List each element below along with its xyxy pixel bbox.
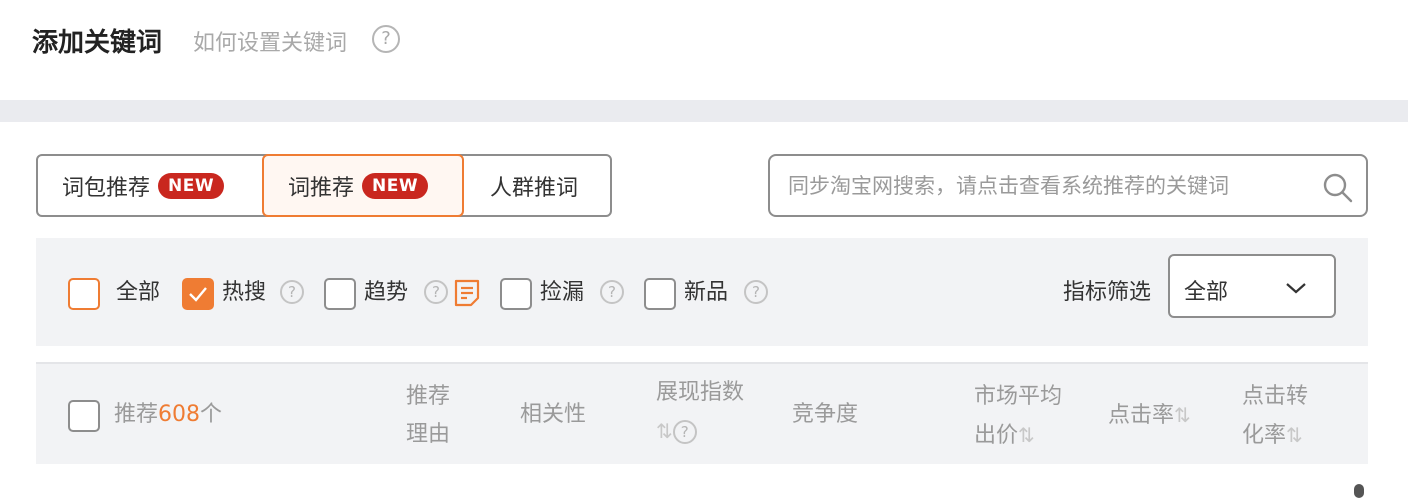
- page-title: 添加关键词: [32, 28, 163, 58]
- sort-icon[interactable]: ⇅: [1286, 423, 1303, 447]
- help-icon[interactable]: ?: [424, 280, 448, 304]
- page-header: 添加关键词 如何设置关键词 ?: [0, 0, 1408, 100]
- note-icon[interactable]: [453, 278, 481, 308]
- check-icon: [189, 287, 207, 302]
- help-icon[interactable]: ?: [372, 25, 400, 53]
- tab-word-package[interactable]: 词包推荐 NEW: [62, 154, 225, 217]
- filter-hot-checkbox[interactable]: [182, 278, 214, 310]
- new-badge: NEW: [362, 172, 429, 199]
- help-icon[interactable]: ?: [744, 280, 768, 304]
- filter-trend-checkbox[interactable]: [324, 278, 356, 310]
- column-ctr[interactable]: 点击率⇅: [1108, 396, 1191, 435]
- chevron-down-icon: [1286, 283, 1306, 294]
- recommend-prefix: 推荐: [114, 402, 159, 427]
- sort-icon[interactable]: ⇅: [656, 419, 673, 443]
- column-label: 化率: [1242, 423, 1287, 448]
- recommend-count: 608: [158, 402, 201, 427]
- help-icon[interactable]: ?: [672, 420, 697, 444]
- column-label: 点击率: [1108, 403, 1175, 428]
- metric-filter-label: 指标筛选: [1063, 280, 1152, 305]
- column-label: 点击转: [1242, 384, 1309, 409]
- sort-icon[interactable]: ⇅: [1174, 403, 1191, 427]
- filter-all-checkbox[interactable]: [68, 278, 100, 310]
- column-label: 理由: [406, 422, 451, 447]
- filter-new-label: 新品: [684, 280, 729, 305]
- help-icon[interactable]: ?: [280, 280, 304, 304]
- column-avg-price[interactable]: 市场平均 出价⇅: [974, 378, 1062, 455]
- filter-hot-label: 热搜: [222, 280, 267, 305]
- recommend-count-label: 推荐608个: [114, 396, 222, 434]
- metric-filter-select[interactable]: 全部: [1168, 254, 1336, 318]
- keyword-search: [768, 154, 1368, 217]
- select-all-checkbox[interactable]: [68, 400, 100, 432]
- tab-audience-words[interactable]: 人群推词: [490, 154, 578, 217]
- sort-icon[interactable]: ⇅: [1018, 423, 1035, 447]
- new-badge: NEW: [158, 172, 225, 199]
- filter-pickup-checkbox[interactable]: [500, 278, 532, 310]
- tab-word-recommend[interactable]: 词推荐 NEW: [262, 154, 464, 217]
- tab-label: 词包推荐: [62, 175, 151, 201]
- select-value: 全部: [1184, 280, 1229, 305]
- column-label: 推荐: [406, 384, 451, 409]
- help-link[interactable]: 如何设置关键词: [193, 25, 347, 57]
- column-cvr[interactable]: 点击转 化率⇅: [1242, 378, 1308, 455]
- search-icon[interactable]: [1322, 172, 1354, 204]
- filter-new-checkbox[interactable]: [644, 278, 676, 310]
- column-reason: 推荐 理由: [406, 378, 450, 454]
- filter-all-label: 全部: [116, 280, 161, 305]
- tab-label: 词推荐: [288, 175, 355, 201]
- column-label: 展现指数: [656, 380, 745, 405]
- column-competition: 竞争度: [792, 402, 859, 427]
- tab-label: 人群推词: [490, 175, 579, 201]
- help-icon[interactable]: ?: [600, 280, 624, 304]
- filter-trend-label: 趋势: [364, 280, 409, 305]
- recommend-suffix: 个: [200, 402, 223, 427]
- column-label: 市场平均: [974, 384, 1063, 409]
- search-input[interactable]: [788, 170, 1308, 202]
- filter-pickup-label: 捡漏: [540, 280, 585, 305]
- table-header: 推荐608个 推荐 理由 相关性 展现指数 ⇅? 竞争度 市场平均 出价⇅ 点击…: [36, 362, 1368, 464]
- section-divider: [0, 100, 1408, 122]
- recommend-tabs: 词包推荐 NEW 词推荐 NEW 人群推词: [36, 154, 612, 217]
- column-label: 出价: [974, 423, 1019, 448]
- column-impression-index[interactable]: 展现指数 ⇅?: [656, 374, 744, 451]
- column-relevance: 相关性: [520, 402, 587, 427]
- filter-bar: 全部 热搜 ? 趋势 ? 捡漏 ? 新品 ? 指标筛选 全部: [36, 238, 1368, 346]
